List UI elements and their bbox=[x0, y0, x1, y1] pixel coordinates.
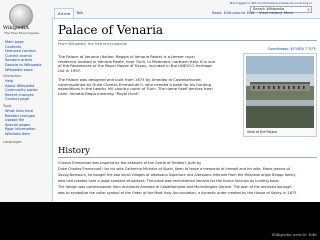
user-links[interactable]: Not logged in Talk Contributions Create … bbox=[230, 1, 312, 5]
history-paragraph: Charles Emmanuel was inspired by the exa… bbox=[58, 160, 297, 196]
tab-more[interactable]: More bbox=[284, 8, 293, 18]
intro-line: of the Residences of the Royal House of … bbox=[58, 63, 212, 69]
sidebar-item-store[interactable]: Wikipedia store bbox=[5, 68, 42, 73]
page-title: Palace of Venaria bbox=[58, 23, 164, 37]
sidebar-item-what-links-here[interactable]: What links here bbox=[5, 109, 36, 114]
sidebar-item-contact[interactable]: Contact page bbox=[5, 97, 38, 102]
tab-edit[interactable]: Edit bbox=[247, 8, 254, 18]
palace-photo[interactable] bbox=[246, 56, 314, 128]
history-divider bbox=[58, 157, 317, 158]
tab-view-history[interactable]: View history bbox=[259, 8, 282, 18]
article-content: Palace of Venaria From Wikipedia, the fr… bbox=[52, 18, 320, 202]
sidebar-heading-languages: Languages bbox=[3, 140, 22, 144]
watermark: Wikipedia article: Edit bbox=[271, 232, 317, 237]
sidebar-tools-nav: What links here Related changes Upload f… bbox=[5, 109, 36, 137]
sidebar-interaction-nav: Help About Wikipedia Community portal Re… bbox=[5, 79, 38, 102]
tab-talk[interactable]: Talk bbox=[76, 8, 83, 18]
sidebar-main-nav: Main page Contents Featured content Curr… bbox=[5, 40, 42, 72]
tab-article[interactable]: Article bbox=[54, 8, 75, 18]
logo-tagline: The Free Encyclopedia bbox=[4, 31, 39, 35]
from-line: From Wikipedia, the free encyclopedia bbox=[58, 42, 127, 46]
image-caption: View of the Palace bbox=[247, 130, 278, 134]
intro-paragraph: The Palace of Venaria (Italian: Reggia d… bbox=[58, 54, 215, 74]
design-line: Latin, Venatio Regia meaning "Royal Hunt… bbox=[58, 91, 141, 97]
design-paragraph: The Palace was designed and built from 1… bbox=[58, 77, 213, 97]
browser-screen: WikipediA The Free Encyclopedia Main pag… bbox=[0, 0, 320, 202]
title-divider bbox=[58, 40, 317, 41]
tab-edit-source[interactable]: Edit source bbox=[224, 8, 245, 18]
infobox-image: View of the Palace bbox=[243, 53, 317, 137]
history-heading: History bbox=[58, 146, 90, 156]
sidebar-heading-interaction: Interaction bbox=[3, 74, 22, 78]
palace-photo-graphic bbox=[246, 56, 314, 128]
coordinates-link[interactable]: Coordinates: 45°08′N 7°37′E bbox=[268, 47, 316, 51]
sidebar-item-wikidata[interactable]: Wikidata item bbox=[5, 132, 36, 137]
sidebar-heading-tools: Tools bbox=[3, 104, 12, 108]
sidebar-item-donate[interactable]: Donate to Wikipedia bbox=[5, 63, 42, 68]
tab-read[interactable]: Read bbox=[212, 8, 222, 18]
history-line: was to symbolize the collar symbol of th… bbox=[58, 191, 297, 195]
sidebar: WikipediA The Free Encyclopedia Main pag… bbox=[0, 0, 52, 202]
intro-line: List in 1997. bbox=[58, 68, 82, 74]
page-tabs: Article Talk Read Edit source Edit View … bbox=[52, 8, 320, 18]
